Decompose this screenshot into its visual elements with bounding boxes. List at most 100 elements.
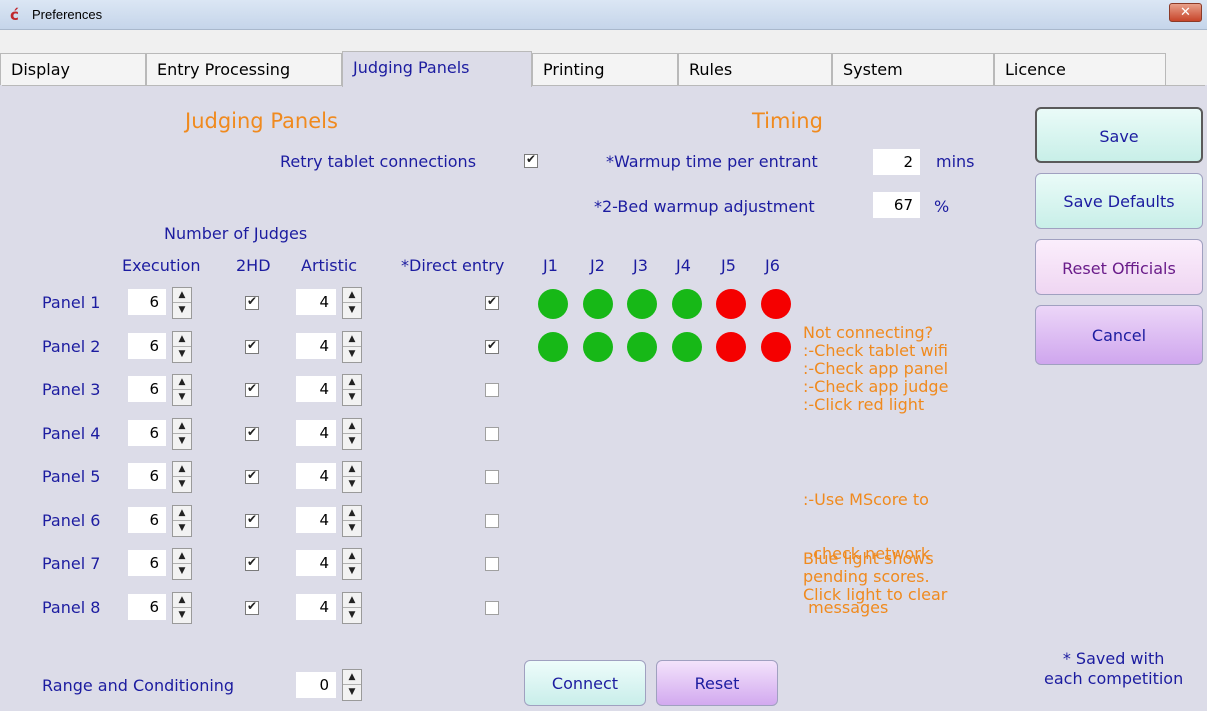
cancel-button[interactable]: Cancel bbox=[1035, 305, 1203, 365]
execution-spinner[interactable]: ▲ ▼ bbox=[172, 374, 192, 406]
artistic-spinner[interactable]: ▲ ▼ bbox=[342, 592, 362, 624]
judge-status-light[interactable] bbox=[583, 289, 613, 319]
two-hd-checkbox[interactable] bbox=[245, 555, 259, 571]
spin-up-icon[interactable]: ▲ bbox=[173, 462, 191, 477]
spin-down-icon[interactable]: ▼ bbox=[343, 347, 361, 362]
spin-up-icon[interactable]: ▲ bbox=[173, 506, 191, 521]
spin-down-icon[interactable]: ▼ bbox=[343, 608, 361, 623]
execution-input[interactable]: 6 bbox=[128, 289, 166, 315]
tab-display[interactable]: Display bbox=[0, 53, 146, 85]
judge-status-light[interactable] bbox=[538, 332, 568, 362]
spin-up-icon[interactable]: ▲ bbox=[343, 549, 361, 564]
direct-entry-checkbox[interactable] bbox=[485, 383, 499, 397]
two-hd-checkbox[interactable] bbox=[245, 468, 259, 484]
tab-judging-panels[interactable]: Judging Panels bbox=[342, 51, 532, 87]
spin-down-icon[interactable]: ▼ bbox=[173, 521, 191, 536]
retry-checkbox[interactable] bbox=[524, 152, 538, 168]
spin-down-icon[interactable]: ▼ bbox=[343, 434, 361, 449]
tab-rules[interactable]: Rules bbox=[678, 53, 832, 85]
execution-input[interactable]: 6 bbox=[128, 550, 166, 576]
judge-status-light[interactable] bbox=[538, 289, 568, 319]
range-conditioning-input[interactable]: 0 bbox=[296, 672, 336, 698]
artistic-input[interactable]: 4 bbox=[296, 594, 336, 620]
direct-entry-checkbox[interactable] bbox=[485, 294, 499, 310]
range-conditioning-spinner[interactable]: ▲ ▼ bbox=[342, 669, 362, 701]
tab-printing[interactable]: Printing bbox=[532, 53, 678, 85]
spin-down-icon[interactable]: ▼ bbox=[173, 390, 191, 405]
spin-up-icon[interactable]: ▲ bbox=[343, 506, 361, 521]
artistic-input[interactable]: 4 bbox=[296, 550, 336, 576]
spin-up-icon[interactable]: ▲ bbox=[343, 462, 361, 477]
spin-up-icon[interactable]: ▲ bbox=[343, 593, 361, 608]
two-hd-checkbox[interactable] bbox=[245, 294, 259, 310]
judge-status-light[interactable] bbox=[627, 332, 657, 362]
artistic-spinner[interactable]: ▲ ▼ bbox=[342, 331, 362, 363]
artistic-input[interactable]: 4 bbox=[296, 463, 336, 489]
save-defaults-button[interactable]: Save Defaults bbox=[1035, 173, 1203, 229]
two-hd-checkbox[interactable] bbox=[245, 512, 259, 528]
artistic-spinner[interactable]: ▲ ▼ bbox=[342, 287, 362, 319]
artistic-input[interactable]: 4 bbox=[296, 376, 336, 402]
artistic-input[interactable]: 4 bbox=[296, 289, 336, 315]
execution-input[interactable]: 6 bbox=[128, 594, 166, 620]
execution-spinner[interactable]: ▲ ▼ bbox=[172, 548, 192, 580]
direct-entry-checkbox[interactable] bbox=[485, 470, 499, 484]
judge-status-light[interactable] bbox=[672, 332, 702, 362]
execution-input[interactable]: 6 bbox=[128, 463, 166, 489]
connect-button[interactable]: Connect bbox=[524, 660, 646, 706]
execution-spinner[interactable]: ▲ ▼ bbox=[172, 592, 192, 624]
direct-entry-checkbox[interactable] bbox=[485, 514, 499, 528]
warmup-input[interactable]: 2 bbox=[873, 149, 920, 175]
spin-up-icon[interactable]: ▲ bbox=[343, 670, 361, 685]
judge-status-light[interactable] bbox=[627, 289, 657, 319]
spin-up-icon[interactable]: ▲ bbox=[343, 288, 361, 303]
artistic-spinner[interactable]: ▲ ▼ bbox=[342, 418, 362, 450]
two-hd-checkbox[interactable] bbox=[245, 381, 259, 397]
direct-entry-checkbox[interactable] bbox=[485, 557, 499, 571]
spin-down-icon[interactable]: ▼ bbox=[343, 521, 361, 536]
spin-down-icon[interactable]: ▼ bbox=[343, 564, 361, 579]
execution-input[interactable]: 6 bbox=[128, 507, 166, 533]
judge-status-light[interactable] bbox=[761, 289, 791, 319]
direct-entry-checkbox[interactable] bbox=[485, 601, 499, 615]
spin-down-icon[interactable]: ▼ bbox=[173, 434, 191, 449]
tab-licence[interactable]: Licence bbox=[994, 53, 1166, 85]
spin-up-icon[interactable]: ▲ bbox=[173, 549, 191, 564]
direct-entry-checkbox[interactable] bbox=[485, 427, 499, 441]
reset-button[interactable]: Reset bbox=[656, 660, 778, 706]
two-hd-checkbox[interactable] bbox=[245, 425, 259, 441]
judge-status-light[interactable] bbox=[583, 332, 613, 362]
save-button[interactable]: Save bbox=[1035, 107, 1203, 163]
execution-input[interactable]: 6 bbox=[128, 420, 166, 446]
execution-input[interactable]: 6 bbox=[128, 376, 166, 402]
execution-spinner[interactable]: ▲ ▼ bbox=[172, 331, 192, 363]
reset-officials-button[interactable]: Reset Officials bbox=[1035, 239, 1203, 295]
spin-down-icon[interactable]: ▼ bbox=[173, 347, 191, 362]
spin-up-icon[interactable]: ▲ bbox=[173, 375, 191, 390]
judge-status-light[interactable] bbox=[672, 289, 702, 319]
spin-down-icon[interactable]: ▼ bbox=[173, 564, 191, 579]
artistic-spinner[interactable]: ▲ ▼ bbox=[342, 461, 362, 493]
tab-system[interactable]: System bbox=[832, 53, 994, 85]
artistic-spinner[interactable]: ▲ ▼ bbox=[342, 505, 362, 537]
two-hd-checkbox[interactable] bbox=[245, 599, 259, 615]
execution-spinner[interactable]: ▲ ▼ bbox=[172, 505, 192, 537]
spin-down-icon[interactable]: ▼ bbox=[343, 390, 361, 405]
judge-status-light[interactable] bbox=[716, 289, 746, 319]
judge-status-light[interactable] bbox=[761, 332, 791, 362]
execution-input[interactable]: 6 bbox=[128, 333, 166, 359]
spin-up-icon[interactable]: ▲ bbox=[343, 332, 361, 347]
two-hd-checkbox[interactable] bbox=[245, 338, 259, 354]
judge-status-light[interactable] bbox=[716, 332, 746, 362]
spin-down-icon[interactable]: ▼ bbox=[343, 685, 361, 700]
spin-down-icon[interactable]: ▼ bbox=[343, 477, 361, 492]
spin-up-icon[interactable]: ▲ bbox=[173, 419, 191, 434]
spin-down-icon[interactable]: ▼ bbox=[173, 608, 191, 623]
spin-up-icon[interactable]: ▲ bbox=[173, 593, 191, 608]
direct-entry-checkbox[interactable] bbox=[485, 338, 499, 354]
bed-warmup-input[interactable]: 67 bbox=[873, 192, 920, 218]
execution-spinner[interactable]: ▲ ▼ bbox=[172, 287, 192, 319]
tab-entry-processing[interactable]: Entry Processing bbox=[146, 53, 342, 85]
artistic-spinner[interactable]: ▲ ▼ bbox=[342, 374, 362, 406]
spin-down-icon[interactable]: ▼ bbox=[173, 303, 191, 318]
